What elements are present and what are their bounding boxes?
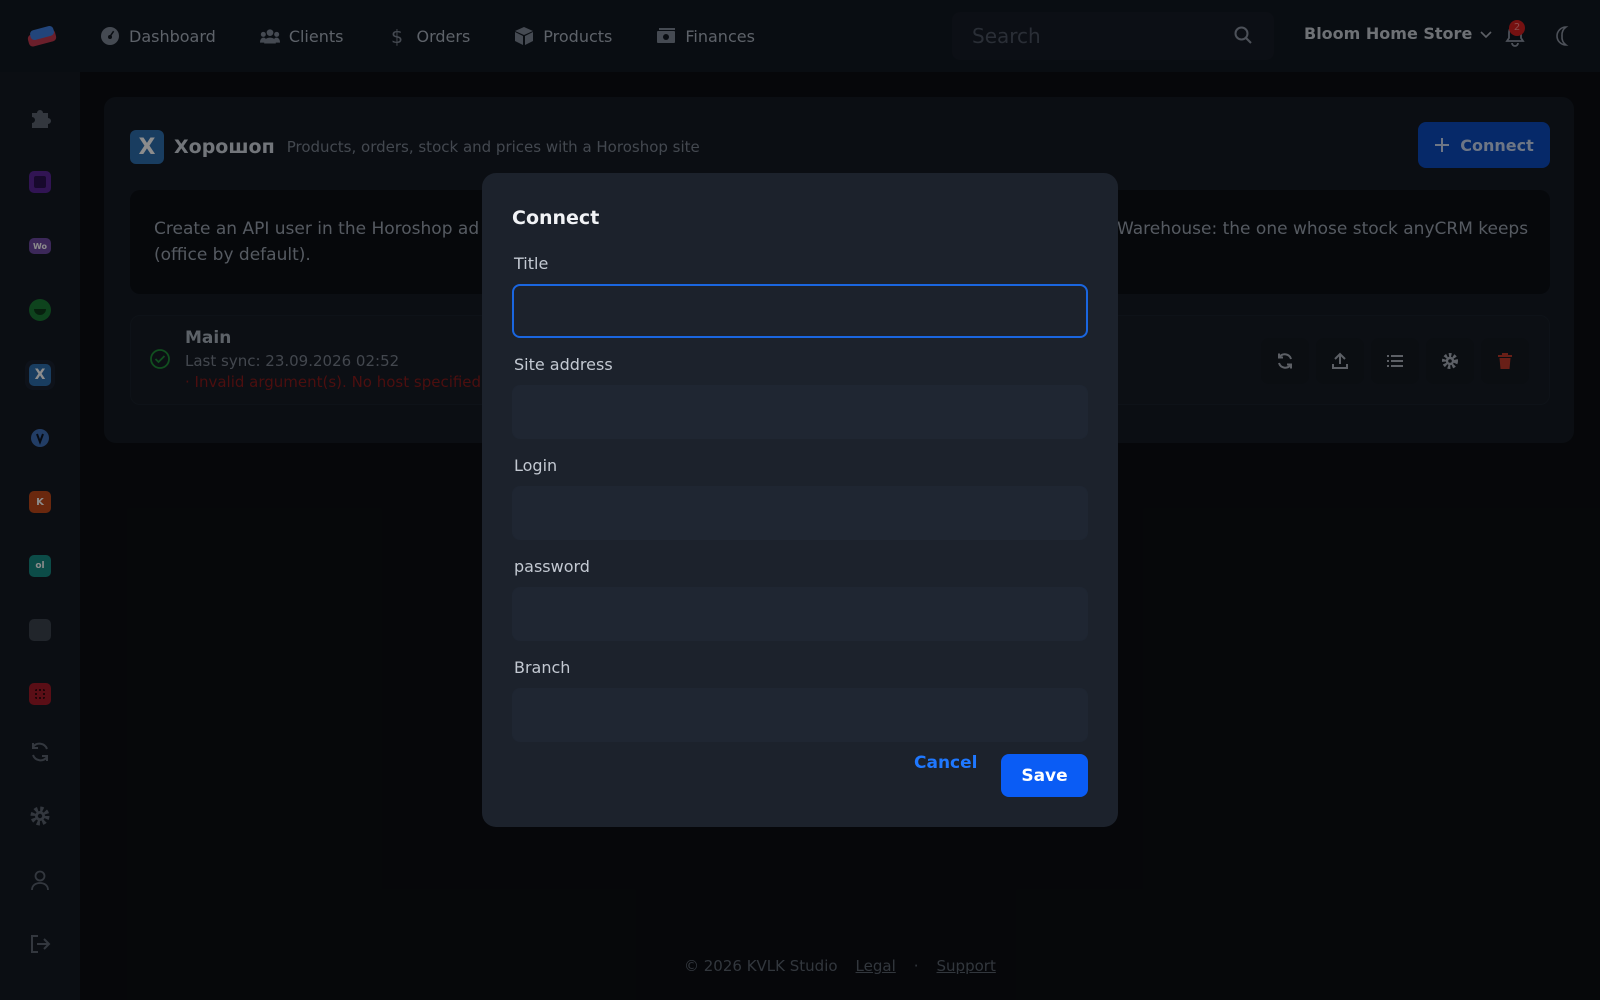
login-label: Login	[514, 456, 558, 475]
password-input[interactable]	[512, 587, 1088, 641]
title-label: Title	[514, 254, 549, 273]
modal-title: Connect	[512, 207, 600, 229]
site-address-input[interactable]	[512, 385, 1088, 439]
branch-input[interactable]	[512, 688, 1088, 742]
site-address-label: Site address	[514, 355, 613, 374]
cancel-button[interactable]: Cancel	[914, 753, 977, 773]
login-input[interactable]	[512, 486, 1088, 540]
title-input[interactable]	[512, 284, 1088, 338]
password-label: password	[514, 557, 590, 576]
branch-label: Branch	[514, 658, 571, 677]
connect-modal: Connect Title Site address Login passwor…	[482, 173, 1118, 827]
save-button[interactable]: Save	[1001, 754, 1088, 797]
